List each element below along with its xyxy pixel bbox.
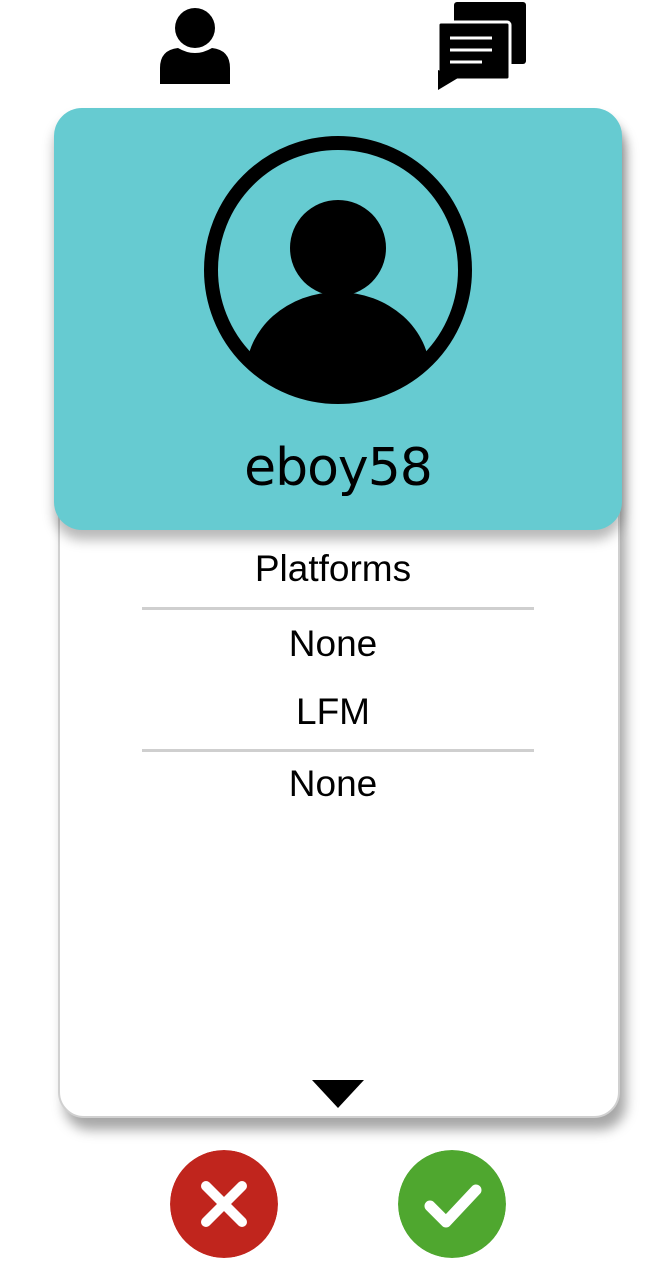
person-icon[interactable] (158, 6, 232, 86)
caret-down-icon[interactable] (312, 1080, 364, 1110)
accept-button[interactable] (398, 1150, 506, 1258)
chat-icon[interactable] (436, 0, 528, 90)
lfm-value: None (288, 763, 378, 804)
profile-card-header: eboy58 (54, 108, 622, 530)
platforms-divider (142, 607, 534, 610)
reject-button[interactable] (170, 1150, 278, 1258)
platforms-heading: Platforms (254, 548, 412, 589)
username: eboy58 (244, 438, 433, 498)
match-screen: eboy58 Platforms None LFM None (0, 0, 666, 1268)
lfm-divider (142, 749, 534, 752)
lfm-heading: LFM (296, 691, 370, 732)
platforms-value: None (288, 623, 378, 664)
user-circle-icon (204, 136, 472, 404)
